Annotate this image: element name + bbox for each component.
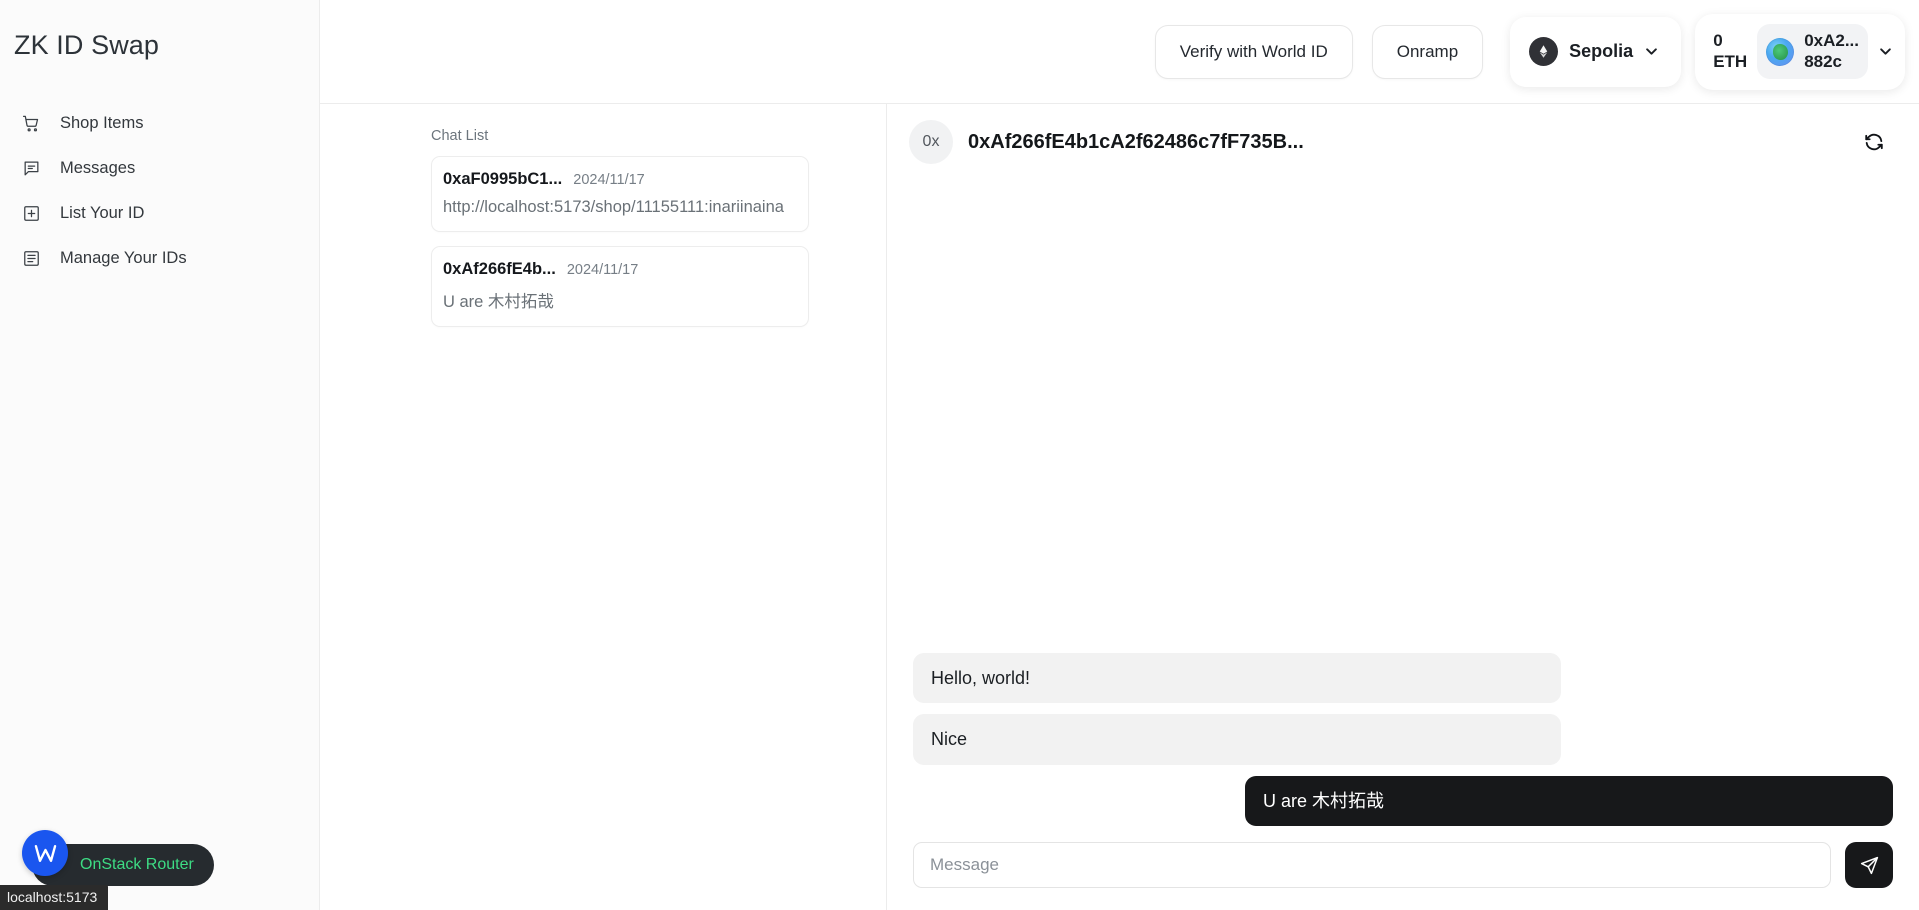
chat-list-item-header: 0xaF0995bC1... 2024/11/17 [443, 170, 794, 189]
sidebar-item-label: List Your ID [60, 204, 145, 222]
wallet-avatar-icon [1766, 37, 1795, 66]
send-button[interactable] [1845, 842, 1893, 888]
wallet-address-line1: 0xA2... [1804, 31, 1859, 51]
message-bubble-incoming: Nice [913, 714, 1561, 765]
verify-with-world-id-button[interactable]: Verify with World ID [1154, 24, 1353, 79]
main-region: Verify with World ID Onramp Sepolia 0 ET… [320, 0, 1919, 910]
wallet-balance: 0 ETH [1713, 30, 1748, 71]
plus-square-icon [22, 204, 41, 223]
message-row: U are 木村拓哉 [913, 775, 1893, 826]
conversation-header: 0x 0xAf266fE4b1cA2f62486c7fF735B... [887, 104, 1919, 180]
chat-list-pane: Chat List 0xaF0995bC1... 2024/11/17 http… [320, 104, 887, 910]
w-logo-icon [34, 844, 56, 862]
message-bubble-outgoing: U are 木村拓哉 [1245, 775, 1893, 826]
chat-preview-text: U are 木村拓哉 [443, 293, 554, 311]
conversation-pane: 0x 0xAf266fE4b1cA2f62486c7fF735B... Hell [887, 104, 1919, 910]
sidebar-item-label: Manage Your IDs [60, 249, 187, 267]
router-badge-label: OnStack Router [80, 856, 194, 873]
chat-peer-address: 0xAf266fE4b... [443, 260, 556, 278]
avatar: 0x [909, 120, 953, 164]
chevron-down-icon [1646, 48, 1657, 55]
chat-list-item[interactable]: 0xAf266fE4b... 2024/11/17 U are 木村拓哉 [431, 246, 809, 327]
sidebar-item-label: Shop Items [60, 114, 144, 132]
app-brand-title: ZK ID Swap [14, 30, 160, 60]
wallet-address: 0xA2... 882c [1804, 31, 1859, 72]
chat-bubble-icon [22, 159, 41, 178]
wallet-chip[interactable]: 0 ETH 0xA2... 882c [1695, 13, 1905, 90]
message-composer [887, 842, 1919, 910]
network-name: Sepolia [1569, 41, 1634, 61]
message-row: Nice [913, 714, 1893, 765]
list-document-icon [22, 249, 41, 268]
shopping-cart-icon [22, 114, 41, 133]
router-logo-button[interactable] [22, 830, 68, 876]
sidebar-item-label: Messages [60, 159, 136, 177]
browser-status-bar: localhost:5173 [0, 885, 109, 910]
content-region: Chat List 0xaF0995bC1... 2024/11/17 http… [320, 104, 1919, 910]
message-list: Hello, world! Nice U are 木村拓哉 [887, 180, 1919, 842]
chat-date: 2024/11/17 [573, 172, 645, 188]
wallet-address-line2: 882c [1804, 51, 1843, 71]
conversation-peer-address: 0xAf266fE4b1cA2f62486c7fF735B... [968, 130, 1304, 153]
ethereum-icon [1529, 37, 1559, 66]
chevron-down-icon[interactable] [1878, 44, 1893, 59]
message-input[interactable] [913, 842, 1831, 888]
topbar: Verify with World ID Onramp Sepolia 0 ET… [320, 0, 1919, 104]
chat-list-item-header: 0xAf266fE4b... 2024/11/17 [443, 260, 794, 279]
chat-list-item[interactable]: 0xaF0995bC1... 2024/11/17 http://localho… [431, 156, 809, 232]
sidebar-item-messages[interactable]: Messages [0, 146, 319, 191]
send-paper-plane-icon [1860, 856, 1878, 874]
refresh-icon [1865, 133, 1883, 151]
sidebar-item-shop-items[interactable]: Shop Items [0, 101, 319, 146]
network-selector[interactable]: Sepolia [1510, 16, 1682, 87]
chat-peer-address: 0xaF0995bC1... [443, 170, 563, 188]
sidebar-item-list-your-id[interactable]: List Your ID [0, 191, 319, 236]
wallet-account-button[interactable]: 0xA2... 882c [1757, 24, 1868, 79]
app-root: ZK ID Swap Shop Items Messages List Your… [0, 0, 1919, 910]
onramp-button[interactable]: Onramp [1371, 24, 1484, 79]
message-row: Hello, world! [913, 652, 1893, 703]
chat-date: 2024/11/17 [566, 262, 639, 278]
chat-list-title: Chat List [431, 128, 489, 144]
chat-preview-text: http://localhost:5173/shop/11155111:inar… [443, 198, 784, 216]
sidebar: ZK ID Swap Shop Items Messages List Your… [0, 0, 320, 910]
message-bubble-incoming: Hello, world! [913, 652, 1561, 703]
refresh-button[interactable] [1857, 125, 1891, 159]
sidebar-item-manage-your-ids[interactable]: Manage Your IDs [0, 236, 319, 281]
sidebar-nav: Shop Items Messages List Your ID Manage … [0, 101, 319, 281]
